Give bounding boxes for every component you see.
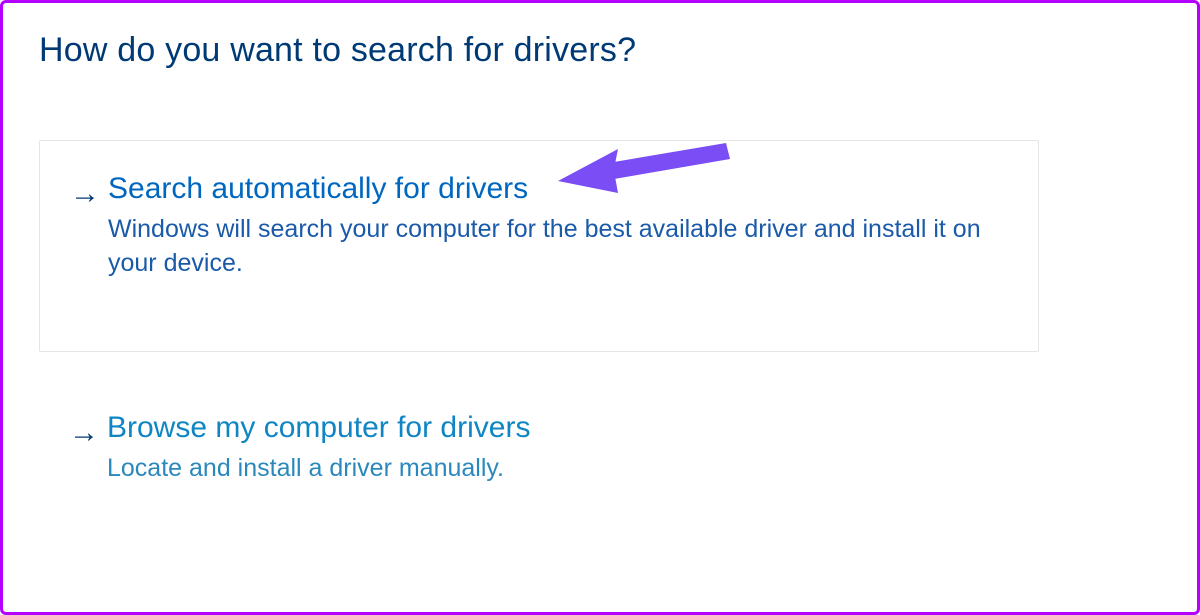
option-search-automatically[interactable]: → Search automatically for drivers Windo…	[39, 140, 1039, 352]
option-title: Search automatically for drivers	[108, 171, 1008, 207]
option-description: Locate and install a driver manually.	[107, 452, 987, 486]
arrow-right-icon: →	[69, 410, 107, 448]
arrow-right-icon: →	[70, 171, 108, 209]
wizard-content: How do you want to search for drivers? →…	[3, 3, 1197, 549]
option-text: Search automatically for drivers Windows…	[108, 171, 1008, 281]
option-title: Browse my computer for drivers	[107, 410, 1009, 446]
option-row: → Browse my computer for drivers Locate …	[69, 410, 1009, 486]
wizard-frame: How do you want to search for drivers? →…	[0, 0, 1200, 615]
option-browse-my-computer[interactable]: → Browse my computer for drivers Locate …	[39, 392, 1039, 506]
option-row: → Search automatically for drivers Windo…	[70, 171, 1008, 281]
option-text: Browse my computer for drivers Locate an…	[107, 410, 1009, 486]
option-description: Windows will search your computer for th…	[108, 213, 988, 281]
dialog-heading: How do you want to search for drivers?	[39, 31, 1161, 70]
